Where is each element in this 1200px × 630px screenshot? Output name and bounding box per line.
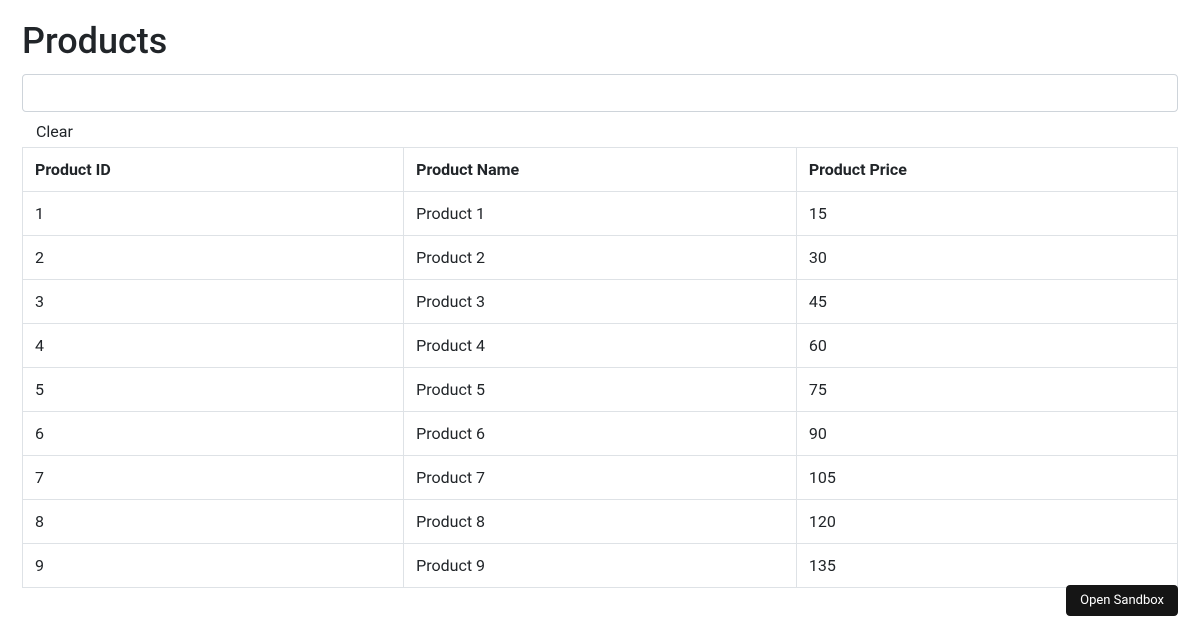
- cell-name: Product 7: [404, 456, 797, 500]
- table-row: 6 Product 6 90: [23, 412, 1178, 456]
- cell-name: Product 1: [404, 192, 797, 236]
- column-header-price: Product Price: [796, 148, 1177, 192]
- cell-price: 60: [796, 324, 1177, 368]
- table-row: 5 Product 5 75: [23, 368, 1178, 412]
- open-sandbox-button[interactable]: Open Sandbox: [1066, 585, 1178, 616]
- cell-name: Product 3: [404, 280, 797, 324]
- cell-id: 9: [23, 544, 404, 588]
- cell-price: 45: [796, 280, 1177, 324]
- page-title: Products: [22, 20, 1178, 62]
- cell-name: Product 9: [404, 544, 797, 588]
- table-row: 7 Product 7 105: [23, 456, 1178, 500]
- cell-id: 6: [23, 412, 404, 456]
- cell-price: 135: [796, 544, 1177, 588]
- cell-name: Product 8: [404, 500, 797, 544]
- cell-name: Product 5: [404, 368, 797, 412]
- table-row: 1 Product 1 15: [23, 192, 1178, 236]
- table-header-row: Product ID Product Name Product Price: [23, 148, 1178, 192]
- table-row: 2 Product 2 30: [23, 236, 1178, 280]
- search-input[interactable]: [22, 74, 1178, 112]
- cell-id: 1: [23, 192, 404, 236]
- table-row: 4 Product 4 60: [23, 324, 1178, 368]
- cell-id: 3: [23, 280, 404, 324]
- cell-price: 120: [796, 500, 1177, 544]
- cell-id: 2: [23, 236, 404, 280]
- cell-name: Product 2: [404, 236, 797, 280]
- cell-name: Product 4: [404, 324, 797, 368]
- cell-price: 105: [796, 456, 1177, 500]
- cell-id: 5: [23, 368, 404, 412]
- cell-price: 75: [796, 368, 1177, 412]
- cell-id: 8: [23, 500, 404, 544]
- table-row: 8 Product 8 120: [23, 500, 1178, 544]
- products-table: Product ID Product Name Product Price 1 …: [22, 147, 1178, 588]
- cell-price: 30: [796, 236, 1177, 280]
- column-header-id: Product ID: [23, 148, 404, 192]
- cell-price: 15: [796, 192, 1177, 236]
- clear-button[interactable]: Clear: [36, 122, 73, 141]
- table-row: 3 Product 3 45: [23, 280, 1178, 324]
- cell-price: 90: [796, 412, 1177, 456]
- column-header-name: Product Name: [404, 148, 797, 192]
- table-row: 9 Product 9 135: [23, 544, 1178, 588]
- cell-id: 7: [23, 456, 404, 500]
- cell-id: 4: [23, 324, 404, 368]
- cell-name: Product 6: [404, 412, 797, 456]
